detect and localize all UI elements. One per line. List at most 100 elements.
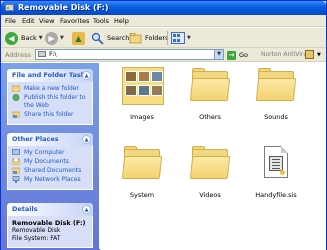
globe-icon — [12, 94, 20, 101]
window-title: Removable Disk (F:) — [18, 3, 109, 12]
file-folder-tasks-body: Make a new folder Publish this folder to… — [7, 82, 93, 125]
toolbar: ◀ Back ▼ ▶ ▼ ▲ Search Folders ▼ — [1, 28, 326, 48]
address-bar: Address F:\ ▼ → Go Norton AntiVirus ▼ — [1, 48, 326, 62]
folders-button[interactable]: Folders — [129, 30, 168, 46]
folders-label: Folders — [145, 34, 169, 42]
forward-button[interactable]: ▶ ▼ — [45, 30, 64, 46]
share-folder-icon — [12, 111, 20, 118]
go-arrow-icon: → — [227, 50, 236, 60]
task-share-folder[interactable]: Share this folder — [12, 111, 89, 119]
details-title: Details — [12, 205, 38, 213]
drive-icon — [38, 51, 46, 57]
place-my-network-places[interactable]: My Network Places — [12, 176, 89, 184]
my-documents-icon — [12, 158, 20, 165]
item-label: Others — [199, 113, 221, 121]
thumbnail-image — [151, 71, 163, 82]
details-name: Removable Disk (F:) — [12, 219, 86, 227]
collapse-chevron-icon[interactable]: ▲ — [82, 71, 91, 80]
antivirus-label: Norton AntiVirus — [261, 51, 311, 58]
folder-icon — [254, 65, 298, 109]
menu-view[interactable]: View — [39, 16, 54, 26]
details-filesystem: File System: FAT — [12, 235, 61, 242]
views-dropdown-icon[interactable]: ▼ — [187, 35, 191, 41]
back-arrow-icon: ◀ — [5, 31, 18, 45]
item-label: Images — [130, 113, 154, 121]
item-label: Videos — [199, 191, 221, 199]
details-panel: Details ▲ Removable Disk (F:) Removable … — [7, 203, 93, 248]
menu-favorites[interactable]: Favorites — [60, 16, 89, 26]
collapse-chevron-icon[interactable]: ▲ — [82, 205, 91, 214]
collapse-chevron-icon[interactable]: ▲ — [82, 135, 91, 144]
place-label: Shared Documents — [24, 167, 82, 174]
menu-tools[interactable]: Tools — [93, 16, 109, 26]
explorer-window: Removable Disk (F:) File Edit View Favor… — [0, 0, 327, 250]
other-places-body: My Computer My Documents Shared Document… — [7, 146, 93, 190]
folder-icon — [188, 65, 232, 109]
file-folder-tasks-panel: File and Folder Tasks ▲ Make a new folde… — [7, 69, 93, 125]
title-bar[interactable]: Removable Disk (F:) — [1, 1, 326, 15]
thumbnail-image — [138, 85, 150, 96]
thumbnail-frame — [122, 67, 164, 105]
item-label: System — [129, 191, 155, 199]
place-label: My Network Places — [24, 176, 81, 183]
go-label: Go — [239, 51, 249, 59]
thumbnail-image — [151, 85, 163, 96]
place-my-documents[interactable]: My Documents — [12, 158, 89, 166]
address-dropdown-icon[interactable]: ▼ — [214, 50, 223, 59]
other-places-header[interactable]: Other Places ▲ — [7, 133, 93, 146]
my-computer-icon — [12, 149, 20, 155]
up-folder-button[interactable]: ▲ — [72, 30, 85, 46]
antivirus-icon[interactable] — [305, 50, 314, 59]
views-button[interactable]: ▼ — [171, 30, 191, 46]
removable-disk-icon — [5, 4, 14, 11]
forward-arrow-icon: ▶ — [45, 31, 58, 45]
go-button[interactable]: → Go — [227, 49, 248, 61]
file-folder-tasks-header[interactable]: File and Folder Tasks ▲ — [7, 69, 93, 82]
menu-file[interactable]: File — [5, 16, 16, 26]
address-value: F:\ — [49, 50, 57, 58]
menu-bar: File Edit View Favorites Tools Help — [1, 15, 326, 27]
task-pane: File and Folder Tasks ▲ Make a new folde… — [1, 63, 99, 250]
search-label: Search — [107, 34, 130, 42]
folder-item-sounds[interactable]: Sounds — [246, 65, 306, 121]
menu-edit[interactable]: Edit — [22, 16, 35, 26]
address-label: Address — [5, 51, 31, 59]
address-input[interactable]: F:\ ▼ — [35, 49, 224, 60]
place-my-computer[interactable]: My Computer — [12, 149, 89, 157]
menu-help[interactable]: Help — [114, 16, 129, 26]
item-label: Handyfile.sis — [255, 191, 297, 199]
new-folder-icon — [12, 85, 20, 92]
thumbnail-image — [125, 71, 137, 82]
folder-item-images[interactable]: Images — [112, 65, 172, 121]
task-make-new-folder[interactable]: Make a new folder — [12, 85, 89, 93]
thumbnail-image — [125, 85, 137, 96]
folder-item-videos[interactable]: Videos — [180, 143, 240, 199]
back-dropdown-icon[interactable]: ▼ — [39, 35, 43, 41]
item-label: Sounds — [264, 113, 288, 121]
shared-documents-icon — [12, 167, 20, 174]
search-icon — [91, 32, 104, 45]
thumbnail-image — [138, 71, 150, 82]
folder-item-system[interactable]: System — [112, 143, 172, 199]
views-icon — [171, 32, 185, 44]
file-folder-tasks-title: File and Folder Tasks — [12, 71, 89, 79]
details-body: Removable Disk (F:) Removable Disk File … — [7, 216, 93, 248]
task-label: Make a new folder — [24, 85, 80, 92]
back-button[interactable]: ◀ Back ▼ — [5, 30, 43, 46]
task-label: Publish this folder to the Web — [24, 94, 86, 109]
search-button[interactable]: Search — [91, 30, 129, 46]
sis-file-icon — [254, 143, 298, 187]
network-places-icon — [12, 176, 20, 183]
place-shared-documents[interactable]: Shared Documents — [12, 167, 89, 175]
forward-dropdown-icon[interactable]: ▼ — [60, 35, 64, 41]
file-item-handyfile[interactable]: Handyfile.sis — [246, 143, 306, 199]
place-label: My Documents — [24, 158, 69, 165]
folder-item-others[interactable]: Others — [180, 65, 240, 121]
folders-icon — [129, 32, 142, 43]
other-places-title: Other Places — [12, 135, 59, 143]
antivirus-dropdown-icon[interactable]: ▼ — [317, 50, 321, 60]
task-publish-to-web[interactable]: Publish this folder to the Web — [12, 94, 89, 110]
back-label: Back — [21, 34, 37, 42]
details-header[interactable]: Details ▲ — [7, 203, 93, 216]
toolbar-separator — [167, 31, 168, 45]
